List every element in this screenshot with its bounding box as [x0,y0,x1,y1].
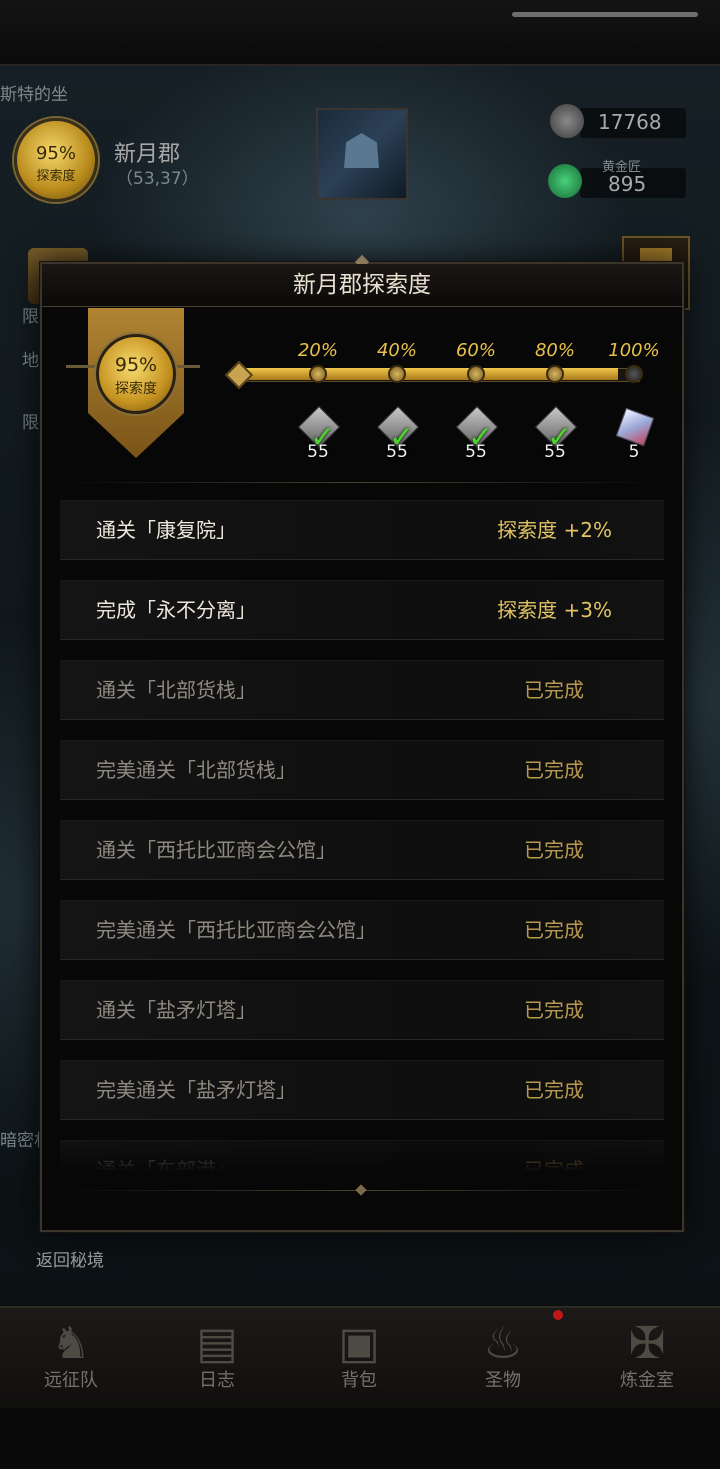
compass-arm-left [66,365,96,368]
nav-label: 远征队 [44,1370,98,1391]
task-row[interactable]: 通关「康复院」 探索度 +2% [60,500,664,560]
task-row[interactable]: 完美通关「西托比亚商会公馆」 已完成 [60,900,664,960]
status-bar-pill [512,12,698,17]
footer-ornament-icon [355,1184,367,1196]
nav-label: 炼金室 [620,1370,674,1391]
explore-medal-pct: 95% [114,354,158,376]
top-frame [0,0,720,66]
tier-node [309,365,327,383]
tier-reward-qty: 5 [628,442,640,462]
task-status: 已完成 [524,918,584,942]
task-status: 已完成 [524,758,584,782]
nav-alchemy[interactable]: ✠ 炼金室 [592,1316,702,1406]
currency2-value: 895 [608,172,647,196]
tier-pct-label: 100% [608,340,660,361]
task-status: 探索度 +2% [497,518,612,542]
nav-label: 圣物 [485,1370,521,1391]
hero-portrait[interactable]: ☗ [316,108,408,200]
task-name: 通关「北部货栈」 [96,678,256,702]
task-row[interactable]: 通关「北部货栈」 已完成 [60,660,664,720]
task-row[interactable]: 完成「永不分离」 探索度 +3% [60,580,664,640]
tier-node [388,365,406,383]
nav-label: 日志 [199,1370,235,1391]
task-name: 通关「康复院」 [96,518,236,542]
exploration-modal: 新月郡探索度 95% 探索度 20% ✓ 55 40% ✓ 55 60% ✓ 55 80% ✓ 55 1… [40,254,684,1232]
journal-icon: ▤ [196,1318,238,1369]
header-divider [62,482,662,483]
progress-start-icon [224,360,254,390]
emerald-icon [548,164,582,198]
bottom-strip [0,1408,720,1469]
tier-reward-qty: 55 [307,442,329,462]
bottom-nav: ♞ 远征队 ▤ 日志 ▣ 背包 ♨ 圣物 ✠ 炼金室 [0,1306,720,1408]
task-list[interactable]: 通关「康复院」 探索度 +2% 完成「永不分离」 探索度 +3% 通关「北部货栈」 已完成… [60,500,664,1170]
task-name: 完美通关「西托比亚商会公馆」 [96,918,376,942]
tier-pct-label: 60% [455,340,496,361]
ore-icon [550,104,584,138]
tier-pct-label: 80% [534,340,575,361]
helmet-icon: ♞ [51,1318,91,1369]
currency1-value: 17768 [598,110,662,134]
side-label-2: 地 [22,351,39,371]
task-row[interactable]: 完美通关「北部货栈」 已完成 [60,740,664,800]
tier-node [467,365,485,383]
task-status: 已完成 [524,838,584,862]
side-label-3: 限 [22,413,39,433]
task-row[interactable]: 通关「西托比亚商会公馆」 已完成 [60,820,664,880]
nav-label: 背包 [341,1370,377,1391]
region-medal-label: 探索度 [36,169,76,184]
tier-node [625,365,643,383]
nav-backpack[interactable]: ▣ 背包 [304,1316,414,1406]
task-row[interactable]: 完美通关「盐矛灯塔」 已完成 [60,1060,664,1120]
task-status: 已完成 [524,678,584,702]
tier-pct-label: 20% [297,340,338,361]
task-status: 已完成 [524,1078,584,1102]
task-status: 探索度 +3% [497,598,612,622]
backpack-icon: ▣ [338,1318,380,1369]
nav-relics[interactable]: ♨ 圣物 [448,1316,558,1406]
tier-node [546,365,564,383]
side-label-1: 限 [22,307,39,327]
task-name: 完美通关「盐矛灯塔」 [96,1078,296,1102]
task-row[interactable]: 通关「盐矛灯塔」 已完成 [60,980,664,1040]
relic-icon: ♨ [483,1318,523,1369]
modal-title: 新月郡探索度 [42,264,682,307]
nav-expedition[interactable]: ♞ 远征队 [16,1316,126,1406]
tier-reward-qty: 55 [465,442,487,462]
explore-medal-label: 探索度 [115,381,157,397]
explore-medal: 95% 探索度 [96,334,176,414]
nav-journal[interactable]: ▤ 日志 [162,1316,272,1406]
tier-reward-qty: 55 [544,442,566,462]
region-explore-medal[interactable]: 95% 探索度 [14,118,98,202]
task-status: 已完成 [524,998,584,1022]
task-name: 完美通关「北部货栈」 [96,758,296,782]
tier-pct-label: 40% [376,340,417,361]
task-name: 通关「盐矛灯塔」 [96,998,256,1022]
region-medal-pct: 95% [35,143,76,164]
tier-reward-qty: 55 [386,442,408,462]
task-name: 完成「永不分离」 [96,598,256,622]
task-name: 通关「西托比亚商会公馆」 [96,838,336,862]
alchemy-icon: ✠ [628,1318,666,1369]
region-partial-label: 斯特的坐 [0,85,68,105]
list-fade [60,1132,664,1172]
notification-dot [553,1310,563,1320]
region-coords: （53,37） [116,169,199,189]
hero-face-icon: ☗ [340,124,384,180]
return-realm-button[interactable]: 返回秘境 [36,1246,104,1271]
crystal-icon [615,407,655,447]
